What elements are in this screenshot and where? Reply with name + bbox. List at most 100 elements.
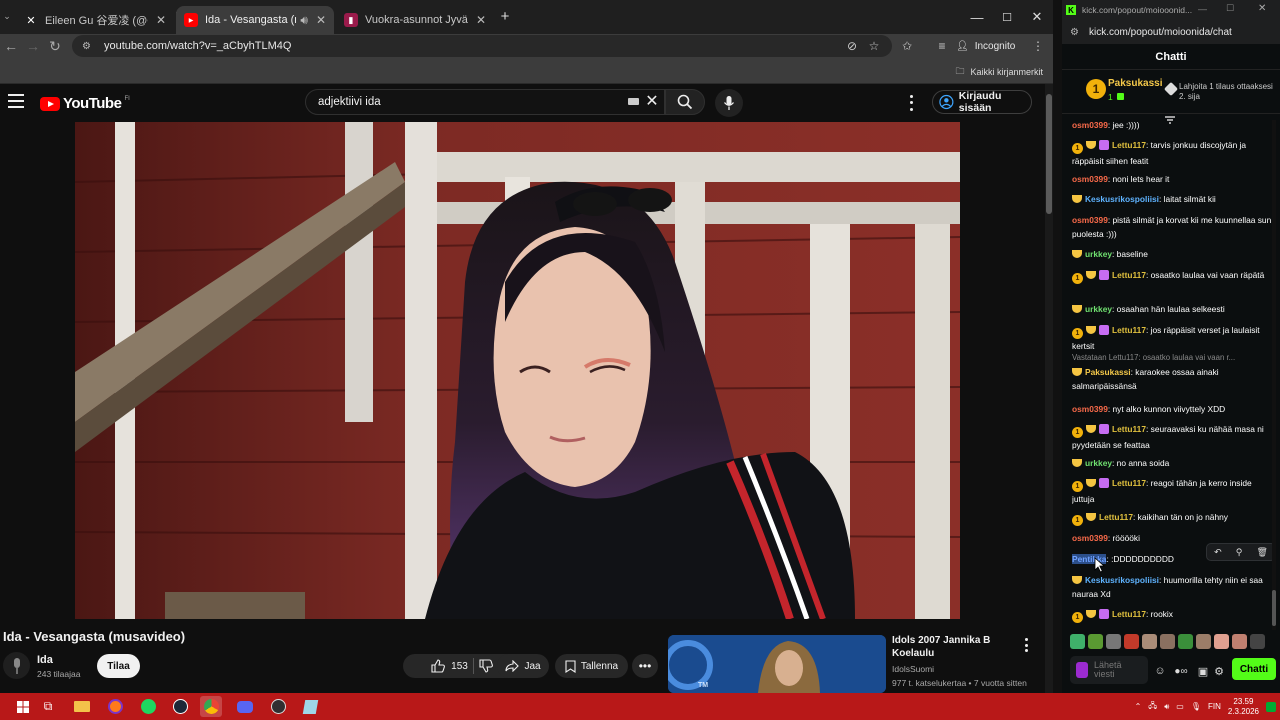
media-control-icon[interactable]: ≡ — [932, 37, 952, 55]
chat-username[interactable]: Lettu117 — [1112, 325, 1146, 335]
close-popup-button[interactable]: ✕ — [1258, 3, 1266, 14]
emote-icon[interactable] — [1196, 633, 1211, 649]
site-info-icon[interactable]: ⚙ — [1070, 27, 1079, 38]
chat-username[interactable]: osm0399 — [1072, 120, 1108, 130]
share-button[interactable]: Jaa — [497, 654, 549, 678]
start-button[interactable] — [12, 696, 34, 717]
chat-username[interactable]: Lettu117 — [1112, 270, 1146, 280]
chat-settings-icon[interactable]: ⚙ — [1211, 663, 1227, 679]
minimize-popup-button[interactable]: — — [1198, 4, 1207, 14]
chat-message[interactable]: urkkey: baseline — [1072, 247, 1272, 261]
send-chat-button[interactable]: Chatti — [1232, 658, 1276, 680]
like-button[interactable]: 153 — [431, 659, 468, 673]
speaker-icon[interactable]: 🔊︎ — [300, 13, 308, 28]
volume-icon[interactable]: 🔊︎ — [1164, 702, 1169, 712]
chat-message[interactable]: osm0399: pistä silmät ja korvat kii me k… — [1072, 213, 1272, 241]
address-bar[interactable]: ⚙ youtube.com/watch?v=_aCbyhTLM4Q — [72, 35, 892, 57]
chat-message[interactable]: 1 Lettu117: tarvis jonkuu discojytän ja r… — [1072, 138, 1272, 168]
leader-name[interactable]: Paksukassi — [1108, 78, 1163, 89]
channel-name[interactable]: Ida — [37, 654, 53, 666]
subscribe-button[interactable]: Tilaa — [97, 654, 140, 678]
emote-icon[interactable] — [1088, 633, 1103, 649]
all-bookmarks-button[interactable]: 🗀 Kaikki kirjanmerkit — [955, 64, 1043, 80]
chat-message[interactable]: osm0399: nyt alko kunnon viivyttely XDD — [1072, 402, 1272, 416]
channel-avatar[interactable] — [3, 652, 30, 679]
search-button[interactable] — [665, 89, 705, 115]
chat-message[interactable]: urkkey: no anna soida — [1072, 456, 1272, 470]
new-tab-button[interactable]: + — [494, 6, 516, 26]
chat-message[interactable]: osm0399: jee :)))) — [1072, 118, 1272, 132]
tab-eileen-gu[interactable]: ✕ Eileen Gu 谷爱凌 (@GoEileenGu ✕ — [16, 6, 174, 34]
chat-message[interactable]: 1 Lettu117: seuraavaksi ku nähää masa ni … — [1072, 422, 1272, 452]
recommended-menu-icon[interactable] — [1022, 638, 1030, 652]
chat-username[interactable]: Lettu117 — [1112, 478, 1146, 488]
reply-icon[interactable]: ↶ — [1214, 547, 1222, 558]
dislike-button[interactable] — [479, 659, 493, 673]
chat-message[interactable]: 1 Lettu117: kaikihan tän on jo nähny — [1072, 510, 1272, 526]
chat-message[interactable]: 1 Lettu117: reagoi tähän ja kerro inside … — [1072, 476, 1272, 506]
minimize-button[interactable]: — — [962, 6, 992, 28]
more-actions-button[interactable]: ••• — [632, 654, 658, 678]
store-icon[interactable]: ▣ — [1195, 663, 1211, 679]
chat-username[interactable]: osm0399 — [1072, 215, 1108, 225]
chrome-icon[interactable] — [200, 696, 222, 717]
chat-message[interactable]: Vastataan Lettu117: osaatko laulaa vai v… — [1072, 351, 1272, 393]
delete-icon[interactable]: 🗑︎ — [1256, 547, 1267, 558]
steam-icon[interactable] — [169, 696, 191, 717]
tray-chevron-icon[interactable]: ⌃ — [1135, 702, 1142, 711]
tab-vuokra-asunnot[interactable]: ▮ Vuokra-asunnot Jyväskylä: 55 k ✕ — [336, 6, 494, 34]
chat-username[interactable]: Lettu117 — [1099, 512, 1133, 522]
emote-icon[interactable] — [1124, 633, 1139, 649]
chat-username[interactable]: Lettu117 — [1112, 609, 1146, 619]
recommended-channel[interactable]: IdolsSuomi — [892, 664, 934, 674]
maximize-popup-button[interactable]: ☐ — [1226, 3, 1234, 14]
star-icon[interactable]: ☆ — [864, 37, 884, 55]
input-language[interactable]: FIN — [1208, 702, 1221, 711]
settings-dots-icon[interactable] — [903, 93, 919, 113]
notepad-icon[interactable] — [299, 696, 321, 717]
popup-address-bar[interactable]: ⚙ kick.com/popout/moioonida/chat — [1062, 20, 1280, 44]
menu-dots-icon[interactable]: ⋮ — [1028, 37, 1048, 55]
maximize-button[interactable]: ☐ — [992, 6, 1022, 28]
chat-username[interactable]: osm0399 — [1072, 404, 1108, 414]
emote-icon[interactable] — [1106, 633, 1121, 649]
youtube-logo[interactable]: YouTube FI — [40, 95, 130, 112]
close-tab-icon[interactable]: ✕ — [476, 13, 486, 27]
bookmark-star-icon[interactable]: ✩ — [897, 37, 917, 55]
discord-icon[interactable] — [234, 696, 256, 717]
clear-search-icon[interactable]: ✕ — [644, 91, 660, 111]
rewards-icon[interactable]: ●∞ — [1170, 663, 1192, 679]
network-icon[interactable]: 🖧︎ — [1148, 700, 1157, 714]
close-window-button[interactable]: ✕ — [1022, 6, 1052, 28]
pin-icon[interactable]: ⚲ — [1236, 547, 1243, 558]
chat-username[interactable]: urkkey — [1085, 249, 1112, 259]
recommended-thumbnail[interactable]: TM — [668, 635, 886, 693]
gift-cta[interactable]: Lahjoita 1 tilaus ottaaksesi 2. sija — [1179, 82, 1275, 102]
search-input[interactable]: adjektiivi ida — [305, 89, 665, 115]
scrollbar-thumb[interactable] — [1046, 94, 1052, 214]
file-explorer-icon[interactable] — [71, 696, 93, 717]
hamburger-menu-icon[interactable] — [8, 94, 24, 108]
battery-icon[interactable]: ▭ — [1176, 702, 1184, 711]
chat-message[interactable]: urkkey: osaahan hän laulaa selkeesti — [1072, 302, 1272, 316]
emote-icon[interactable] — [1250, 633, 1265, 649]
emote-icon[interactable] — [1214, 633, 1229, 649]
firefox-icon[interactable] — [104, 696, 126, 717]
emote-icon[interactable] — [1178, 633, 1193, 649]
close-tab-icon[interactable]: ✕ — [156, 13, 166, 27]
task-view-icon[interactable]: ⧉ — [37, 696, 59, 717]
clock[interactable]: 23.59 2.3.2026 — [1228, 697, 1259, 717]
chat-message[interactable]: Keskusrikospoliisi: huumorilla tehty nii… — [1072, 573, 1272, 601]
reply-context[interactable]: Vastataan Lettu117: osaatko laulaa vai v… — [1072, 351, 1272, 365]
chat-username[interactable]: Paksukassi — [1085, 367, 1131, 377]
chat-scrollbar[interactable] — [1272, 120, 1276, 630]
save-button[interactable]: Tallenna — [555, 654, 628, 678]
eye-off-icon[interactable]: ⊘ — [842, 37, 862, 55]
tab-youtube-ida[interactable]: ▶ Ida - Vesangasta (musavideo) 🔊︎ ✕ — [176, 6, 334, 34]
mic-tray-icon[interactable]: 🎙︎ — [1191, 702, 1201, 711]
chat-username[interactable]: osm0399 — [1072, 533, 1108, 543]
obs-icon[interactable] — [267, 696, 289, 717]
close-tab-icon[interactable]: ✕ — [316, 13, 326, 27]
chat-message[interactable]: osm0399: noni lets hear it — [1072, 172, 1272, 186]
chat-username[interactable]: Keskusrikospoliisi — [1085, 575, 1159, 585]
